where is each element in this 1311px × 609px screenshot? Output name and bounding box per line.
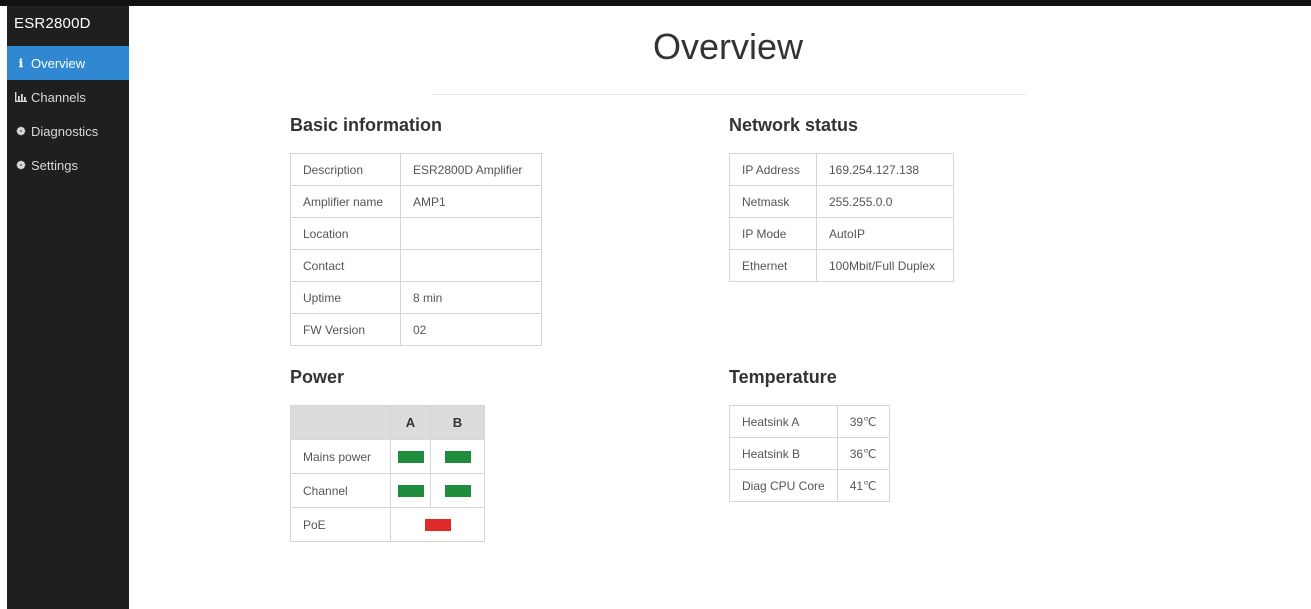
temperature-heading: Temperature	[729, 367, 837, 387]
row-label: Heatsink B	[729, 437, 838, 470]
sidebar-item-label: Settings	[31, 157, 78, 173]
row-value: 100Mbit/Full Duplex	[816, 249, 954, 282]
table-header-row: A B	[290, 405, 485, 440]
row-label: Location	[290, 217, 401, 250]
sidebar-item-label: Channels	[31, 89, 86, 105]
network-status-heading: Network status	[729, 115, 859, 135]
power-table: A B Mains power Channel PoE	[290, 405, 485, 542]
sidebar: ESR2800D ℹ Overview Channels ❁ Diagnosti…	[7, 6, 129, 609]
temperature-table: Heatsink A 39℃ Heatsink B 36℃ Diag CPU C…	[729, 405, 890, 502]
row-label: Uptime	[290, 281, 401, 314]
row-label: Heatsink A	[729, 405, 838, 438]
row-label: Netmask	[729, 185, 817, 218]
indicator-cell	[430, 439, 485, 474]
table-row: Ethernet 100Mbit/Full Duplex	[729, 249, 954, 282]
indicator-cell	[390, 473, 431, 508]
row-value: 41℃	[836, 469, 890, 502]
row-label: PoE	[290, 507, 391, 542]
sidebar-item-label: Diagnostics	[31, 123, 99, 139]
gear-icon: ❁	[16, 159, 26, 172]
row-value: 36℃	[836, 437, 890, 470]
table-row: Mains power	[290, 439, 485, 474]
status-indicator	[424, 519, 451, 532]
corner-header	[290, 405, 391, 440]
row-value: 8 min	[400, 281, 542, 314]
row-label: Diag CPU Core	[729, 469, 838, 502]
sidebar-item-overview[interactable]: ℹ Overview	[7, 46, 129, 80]
top-bar	[0, 0, 1311, 6]
table-row: Channel	[290, 473, 485, 508]
table-row: Contact	[290, 249, 542, 282]
indicator-cell	[390, 507, 485, 542]
row-label: Mains power	[290, 439, 391, 474]
table-row: IP Mode AutoIP	[729, 217, 954, 250]
title-divider	[432, 94, 1026, 95]
status-indicator	[444, 485, 471, 498]
basic-information-heading: Basic information	[290, 115, 443, 135]
table-row: Heatsink A 39℃	[729, 405, 890, 438]
gear-icon: ❁	[16, 125, 26, 138]
row-value: 39℃	[836, 405, 890, 438]
basic-information-table: Description ESR2800D Amplifier Amplifier…	[290, 153, 542, 346]
table-row: Location	[290, 217, 542, 250]
brand-title[interactable]: ESR2800D	[7, 6, 129, 46]
row-label: Description	[290, 153, 401, 186]
sidebar-item-diagnostics[interactable]: ❁ Diagnostics	[7, 114, 129, 148]
row-value: AMP1	[400, 185, 542, 218]
row-value	[400, 217, 542, 250]
indicator-cell	[390, 439, 431, 474]
row-value	[400, 249, 542, 282]
row-label: Contact	[290, 249, 401, 282]
table-row: IP Address 169.254.127.138	[729, 153, 954, 186]
row-value: 255.255.0.0	[816, 185, 954, 218]
status-indicator	[444, 451, 471, 464]
sidebar-item-label: Overview	[31, 55, 86, 71]
row-value: 02	[400, 313, 542, 346]
network-status-table: IP Address 169.254.127.138 Netmask 255.2…	[729, 153, 954, 282]
status-indicator	[397, 485, 424, 498]
power-heading: Power	[290, 367, 345, 387]
row-value: ESR2800D Amplifier	[400, 153, 542, 186]
row-label: Channel	[290, 473, 391, 508]
row-label: Ethernet	[729, 249, 817, 282]
row-label: IP Mode	[729, 217, 817, 250]
bar-chart-icon	[14, 92, 28, 102]
table-row: Heatsink B 36℃	[729, 437, 890, 470]
sidebar-item-channels[interactable]: Channels	[7, 80, 129, 114]
table-row: Netmask 255.255.0.0	[729, 185, 954, 218]
table-row: PoE	[290, 507, 485, 542]
row-value: 169.254.127.138	[816, 153, 954, 186]
row-label: FW Version	[290, 313, 401, 346]
row-value: AutoIP	[816, 217, 954, 250]
table-row: FW Version 02	[290, 313, 542, 346]
row-label: Amplifier name	[290, 185, 401, 218]
table-row: Uptime 8 min	[290, 281, 542, 314]
table-row: Diag CPU Core 41℃	[729, 469, 890, 502]
row-label: IP Address	[729, 153, 817, 186]
page-title: Overview	[652, 26, 804, 67]
sidebar-item-settings[interactable]: ❁ Settings	[7, 148, 129, 182]
info-icon: ℹ	[18, 57, 24, 70]
column-header-a: A	[390, 405, 431, 440]
status-indicator	[397, 451, 424, 464]
column-header-b: B	[430, 405, 485, 440]
table-row: Amplifier name AMP1	[290, 185, 542, 218]
indicator-cell	[430, 473, 485, 508]
table-row: Description ESR2800D Amplifier	[290, 153, 542, 186]
